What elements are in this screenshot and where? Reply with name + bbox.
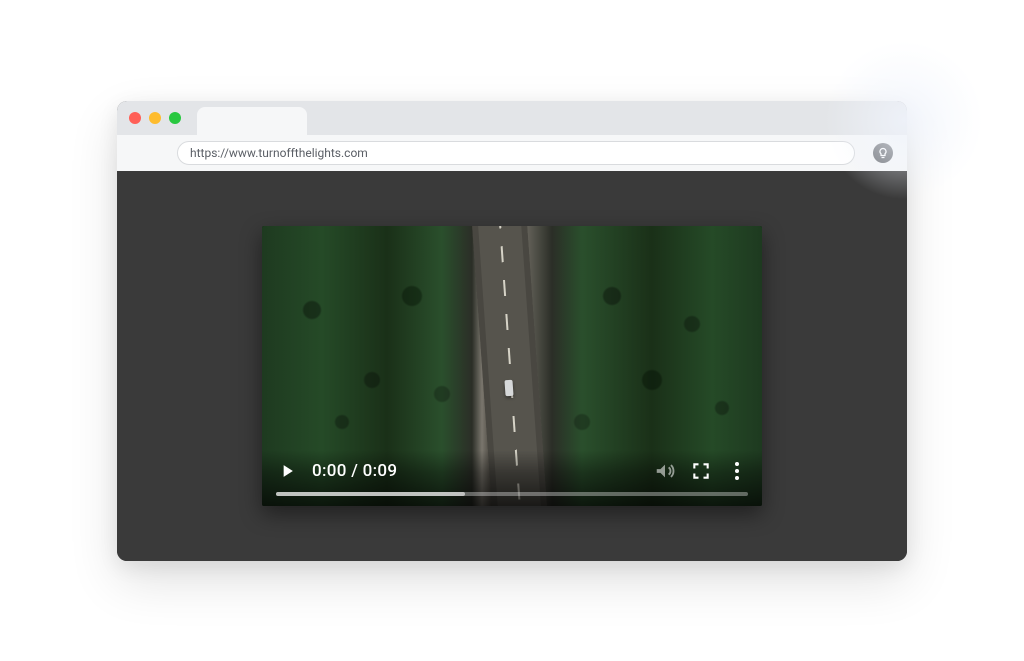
- browser-window: https://www.turnoffthelights.com: [117, 101, 907, 561]
- maximize-window-button[interactable]: [169, 112, 181, 124]
- volume-icon: [654, 460, 676, 482]
- window-controls: [129, 112, 181, 124]
- lamp-extension-icon[interactable]: [873, 143, 893, 163]
- address-bar[interactable]: https://www.turnoffthelights.com: [177, 141, 855, 165]
- browser-toolbar: https://www.turnoffthelights.com: [117, 135, 907, 171]
- fullscreen-icon: [691, 461, 711, 481]
- video-buffered: [276, 492, 465, 496]
- video-content-car: [504, 379, 513, 396]
- video-controls-row: 0:00 / 0:09: [276, 460, 748, 482]
- play-icon: [277, 461, 297, 481]
- address-bar-url: https://www.turnoffthelights.com: [190, 146, 368, 160]
- volume-button[interactable]: [654, 460, 676, 482]
- browser-titlebar: [117, 101, 907, 135]
- minimize-window-button[interactable]: [149, 112, 161, 124]
- play-button[interactable]: [276, 460, 298, 482]
- video-time-display: 0:00 / 0:09: [312, 461, 397, 481]
- more-options-button[interactable]: [726, 460, 748, 482]
- page-viewport: 0:00 / 0:09: [117, 171, 907, 561]
- video-progress-bar[interactable]: [276, 492, 748, 496]
- video-player[interactable]: 0:00 / 0:09: [262, 226, 762, 506]
- close-window-button[interactable]: [129, 112, 141, 124]
- fullscreen-button[interactable]: [690, 460, 712, 482]
- video-controls: 0:00 / 0:09: [262, 450, 762, 506]
- browser-tab[interactable]: [197, 107, 307, 135]
- kebab-icon: [735, 462, 739, 480]
